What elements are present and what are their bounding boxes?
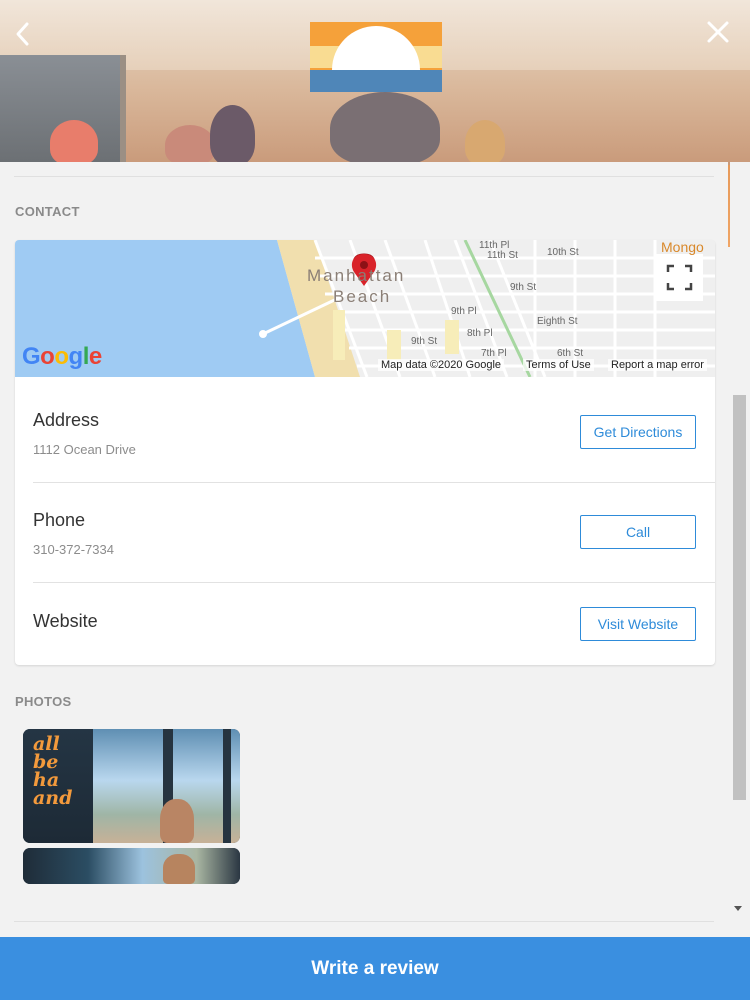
map-attribution: Map data ©2020 Google [378, 359, 505, 371]
hero-figure [210, 105, 255, 165]
photo-person [163, 854, 195, 884]
scrollbar-thumb[interactable] [733, 395, 746, 800]
sunset-logo [310, 22, 442, 92]
map-report-link[interactable]: Report a map error [608, 359, 707, 371]
contact-card: Manhattan Beach 11th Pl 11th St 10th St … [15, 240, 715, 665]
photo-person [160, 799, 194, 843]
visit-website-button[interactable]: Visit Website [580, 607, 696, 641]
photos-heading: PHOTOS [15, 694, 72, 709]
map-canvas[interactable] [15, 240, 715, 377]
chevron-left-icon[interactable] [10, 18, 38, 50]
street-label: 10th St [547, 247, 579, 258]
call-button[interactable]: Call [580, 515, 696, 549]
map-town-label-line2: Beach [333, 287, 392, 306]
hero-figure [50, 120, 98, 165]
hero-figure [165, 125, 215, 165]
divider [14, 176, 714, 177]
street-label: 7th Pl [481, 348, 507, 359]
street-label: 9th Pl [451, 306, 477, 317]
photo-window-frame [223, 729, 231, 843]
street-label: Eighth St [537, 316, 578, 327]
phone-value: 310-372-7334 [33, 542, 114, 557]
website-label: Website [33, 611, 98, 631]
address-label: Address [33, 410, 100, 430]
write-review-button[interactable]: Write a review [0, 937, 750, 1000]
divider [33, 482, 715, 483]
street-label: 9th St [510, 282, 537, 293]
divider [14, 921, 714, 922]
divider [33, 582, 715, 583]
hero-figure [330, 92, 440, 165]
map-terms-link[interactable]: Terms of Use [523, 359, 594, 371]
contact-heading: CONTACT [15, 204, 80, 219]
photo-thumbnail[interactable] [23, 848, 240, 884]
street-label: 11th St [487, 250, 518, 261]
photo-strip [23, 848, 240, 884]
google-logo: Google [22, 343, 102, 370]
location-map[interactable]: Manhattan Beach 11th Pl 11th St 10th St … [15, 240, 715, 377]
map-town-label-line1: Manhattan [307, 266, 406, 285]
photo-artwork: all be ha and [33, 733, 73, 809]
street-label: 8th Pl [467, 328, 493, 339]
map-poi-label: Mongo [661, 240, 704, 255]
street-label: 6th St [557, 348, 584, 359]
scroll-down-arrow-icon[interactable] [734, 906, 742, 911]
get-directions-button[interactable]: Get Directions [580, 415, 696, 449]
hero-figure [465, 120, 505, 165]
close-icon[interactable] [704, 16, 732, 48]
phone-label: Phone [33, 510, 86, 530]
address-value: 1112 Ocean Drive [33, 442, 136, 457]
street-label: 9th St [411, 336, 438, 347]
photo-thumbnail[interactable]: all be ha and [23, 729, 240, 843]
